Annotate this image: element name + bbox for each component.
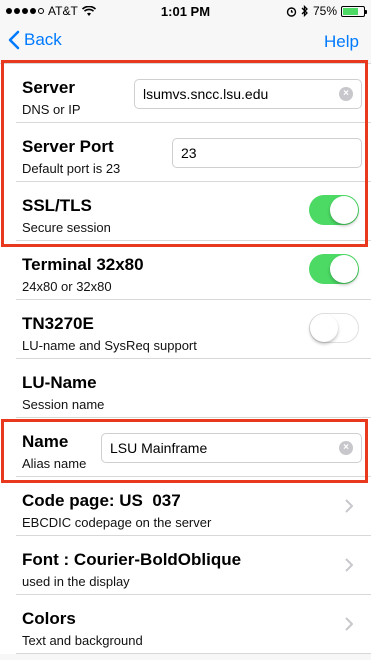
alarm-icon: [286, 6, 297, 17]
battery-percent: 75%: [312, 4, 337, 18]
tn3270e-toggle[interactable]: [309, 313, 359, 343]
server-port-input-value: 23: [181, 145, 197, 161]
row-lu-name[interactable]: LU-Name Session name: [0, 359, 371, 418]
chevron-right-icon: [345, 558, 353, 572]
server-port-subtitle: Default port is 23: [22, 161, 121, 176]
terminal-title: Terminal 32x80: [22, 255, 144, 274]
server-input[interactable]: lsumvs.sncc.lsu.edu ×: [134, 79, 362, 109]
back-label: Back: [24, 30, 62, 49]
name-title: Name: [22, 432, 69, 451]
server-input-value: lsumvs.sncc.lsu.edu: [143, 86, 269, 102]
settings-list: Server DNS or IP lsumvs.sncc.lsu.edu × S…: [0, 64, 371, 654]
chevron-right-icon: [345, 617, 353, 631]
toggle-knob: [330, 196, 358, 224]
row-code-page[interactable]: Code page: US 037 EBCDIC codepage on the…: [0, 477, 371, 536]
code-page-title: Code page: US 037: [22, 491, 181, 510]
back-button[interactable]: Back: [8, 30, 62, 50]
battery-fill: [343, 7, 358, 15]
bluetooth-icon: [301, 5, 308, 17]
font-title: Font : Courier-BoldOblique: [22, 550, 242, 569]
row-font[interactable]: Font : Courier-BoldOblique used in the d…: [0, 536, 371, 595]
clear-icon[interactable]: ×: [339, 441, 353, 455]
alias-name-input-value: LSU Mainframe: [110, 440, 208, 456]
name-subtitle: Alias name: [22, 456, 87, 471]
help-button[interactable]: Help: [324, 32, 359, 52]
row-tn3270e: TN3270E LU-name and SysReq support: [0, 300, 371, 359]
server-subtitle: DNS or IP: [22, 102, 81, 117]
font-subtitle: used in the display: [22, 574, 130, 589]
terminal-subtitle: 24x80 or 32x80: [22, 279, 112, 294]
row-ssl-tls: SSL/TLS Secure session: [0, 182, 371, 241]
toggle-knob: [310, 314, 338, 342]
status-bar: AT&T 1:01 PM 75%: [0, 0, 371, 20]
server-port-title: Server Port: [22, 137, 114, 156]
row-terminal-32x80: Terminal 32x80 24x80 or 32x80: [0, 241, 371, 300]
lu-name-subtitle: Session name: [22, 397, 105, 412]
navigation-bar: Back Help: [0, 20, 371, 64]
toggle-knob: [330, 255, 358, 283]
terminal-32x80-toggle[interactable]: [309, 254, 359, 284]
row-colors[interactable]: Colors Text and background: [0, 595, 371, 654]
clear-icon[interactable]: ×: [339, 87, 353, 101]
ssl-tls-toggle[interactable]: [309, 195, 359, 225]
tn3270e-title: TN3270E: [22, 314, 94, 333]
ssl-tls-subtitle: Secure session: [22, 220, 111, 235]
lu-name-title: LU-Name: [22, 373, 97, 392]
status-right: 75%: [286, 4, 367, 18]
chevron-right-icon: [345, 499, 353, 513]
chevron-left-icon: [8, 30, 20, 50]
colors-title: Colors: [22, 609, 76, 628]
alias-name-input[interactable]: LSU Mainframe ×: [101, 433, 362, 463]
colors-subtitle: Text and background: [22, 633, 143, 648]
row-server: Server DNS or IP lsumvs.sncc.lsu.edu ×: [0, 64, 371, 123]
tn3270e-subtitle: LU-name and SysReq support: [22, 338, 197, 353]
ssl-tls-title: SSL/TLS: [22, 196, 92, 215]
row-name: Name Alias name LSU Mainframe ×: [0, 418, 371, 477]
battery-icon: [341, 5, 367, 17]
server-title: Server: [22, 78, 75, 97]
row-server-port: Server Port Default port is 23 23: [0, 123, 371, 182]
server-port-input[interactable]: 23: [172, 138, 362, 168]
code-page-subtitle: EBCDIC codepage on the server: [22, 515, 212, 530]
